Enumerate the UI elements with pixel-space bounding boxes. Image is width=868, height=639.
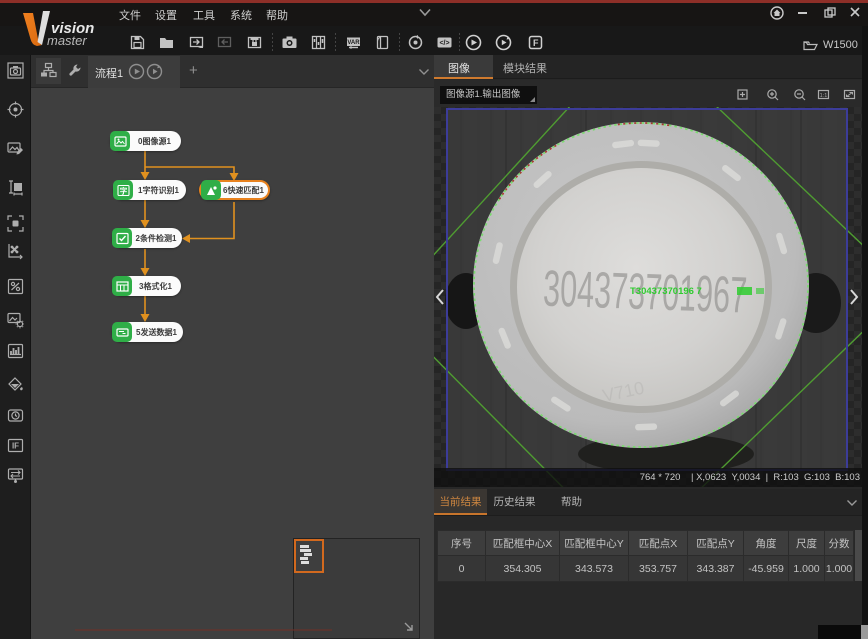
svg-text:T30437370196 7: T30437370196 7 — [630, 286, 702, 297]
svg-text:</>: </> — [439, 40, 449, 47]
svg-text:VAR: VAR — [347, 40, 360, 46]
svg-text:1:1: 1:1 — [820, 93, 828, 99]
svg-text:F: F — [533, 38, 539, 48]
svg-text:字: 字 — [119, 185, 127, 195]
svg-text:IF: IF — [12, 442, 19, 451]
svg-text:master: master — [47, 33, 87, 48]
